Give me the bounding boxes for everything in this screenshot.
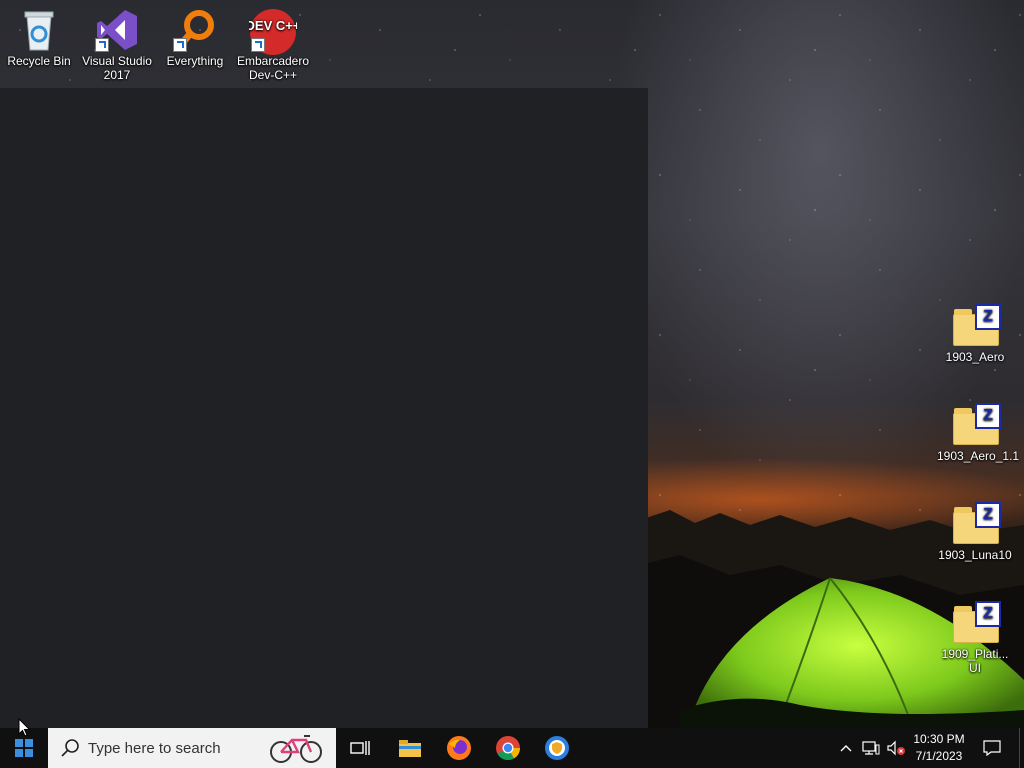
clock-time: 10:30 PM [913, 732, 965, 746]
recycle-bin-icon [17, 8, 61, 52]
zip-folder-icon: Z [949, 601, 1001, 645]
zip-folder-icon: Z [949, 304, 1001, 348]
chrome-button[interactable] [484, 728, 532, 768]
visual-studio-icon [95, 8, 139, 52]
desktop-icon-label: 1909_Plati... UI [941, 647, 1009, 675]
firefox-button[interactable] [435, 728, 483, 768]
volume-tray-button[interactable] [884, 728, 908, 768]
taskbar-clock[interactable]: 10:30 PM 7/1/2023 [906, 731, 972, 765]
privacy-browser-button[interactable] [533, 728, 581, 768]
desktop-folder-1909-platinum-ui[interactable]: Z 1909_Plati... UI [937, 601, 1013, 675]
bicycle-search-highlight-icon [270, 735, 322, 763]
task-view-button[interactable] [336, 728, 384, 768]
clock-date: 7/1/2023 [915, 749, 963, 763]
windows-logo-icon [15, 739, 33, 757]
network-tray-button[interactable] [859, 728, 883, 768]
desktop-icon-everything[interactable]: Everything [157, 8, 233, 68]
desktop-icon-label: 1903_Aero_1.1 [937, 449, 1020, 463]
privacy-browser-icon [545, 736, 569, 760]
everything-icon [173, 8, 217, 52]
search-icon [61, 739, 79, 757]
desktop-icon-label: 1903_Aero [945, 350, 1005, 364]
taskbar: Type here to search 10:30 PM 7/1/2023 [0, 728, 1024, 768]
file-explorer-button[interactable] [386, 728, 434, 768]
desktop-icon-label: Visual Studio 2017 [82, 54, 152, 82]
desktop-folder-1903-aero-1-1[interactable]: Z 1903_Aero_1.1 [937, 403, 1020, 463]
desktop-icon-visual-studio[interactable]: Visual Studio 2017 [79, 8, 155, 82]
desktop-folder-1903-aero[interactable]: Z 1903_Aero [937, 304, 1013, 364]
shortcut-arrow-icon [95, 38, 109, 52]
network-icon [862, 741, 880, 755]
zip-folder-icon: Z [949, 502, 1001, 546]
notification-icon [983, 740, 1001, 756]
zip-folder-icon: Z [949, 403, 1001, 447]
show-desktop-button[interactable] [1019, 728, 1024, 768]
chrome-icon [496, 736, 520, 761]
firefox-icon [447, 736, 471, 760]
show-hidden-icons-button[interactable] [836, 728, 856, 768]
desktop-icon-label: 1903_Luna10 [938, 548, 1012, 562]
shortcut-arrow-icon [251, 38, 265, 52]
desktop-icon-recycle-bin[interactable]: Recycle Bin [1, 8, 77, 68]
desktop-icon-label: Everything [166, 54, 224, 68]
action-center-button[interactable] [980, 728, 1004, 768]
desktop-icon-devcpp[interactable]: DEV C++ Embarcadero Dev-C++ [235, 8, 311, 82]
chevron-up-icon [840, 745, 852, 752]
devcpp-logo-text: DEV C++ [249, 18, 297, 33]
desktop-folder-1903-luna10[interactable]: Z 1903_Luna10 [937, 502, 1013, 562]
shortcut-arrow-icon [173, 38, 187, 52]
search-placeholder: Type here to search [88, 739, 221, 757]
desktop-icon-label: Embarcadero Dev-C++ [236, 54, 310, 82]
desktop-icon-label: Recycle Bin [7, 54, 71, 68]
blank-dark-window[interactable] [0, 88, 648, 728]
file-explorer-icon [399, 740, 421, 757]
volume-muted-icon [887, 740, 905, 756]
mouse-cursor-icon [18, 718, 31, 737]
task-view-icon [350, 741, 370, 755]
taskbar-search-box[interactable]: Type here to search [48, 728, 336, 768]
devcpp-icon: DEV C++ [246, 8, 301, 55]
